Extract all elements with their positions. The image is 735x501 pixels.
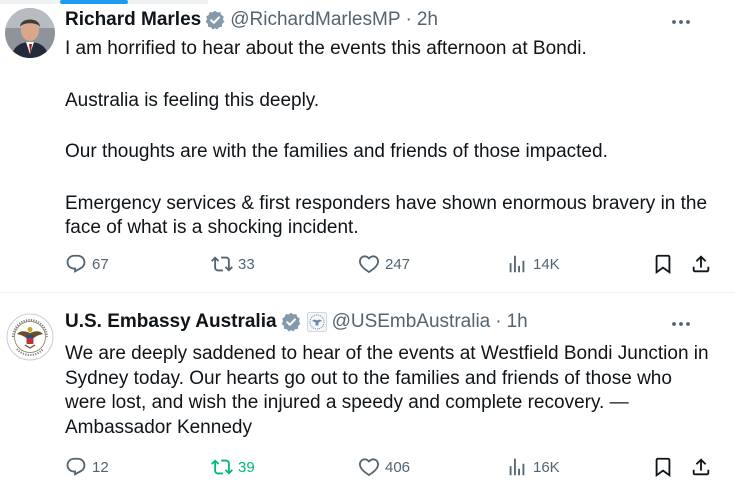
tweet-header: U.S. Embassy Australia @USEmbAustralia ·…: [65, 310, 715, 334]
more-options-icon[interactable]: [669, 314, 693, 334]
views-count: 14K: [533, 255, 560, 273]
separator-dot: ·: [405, 9, 412, 30]
analytics-icon: [509, 458, 525, 476]
reply-count: 67: [92, 255, 109, 273]
analytics-icon: [509, 255, 525, 273]
repost-icon: [211, 459, 233, 475]
views-button[interactable]: 14K: [506, 252, 560, 276]
tweet-paragraph: We are deeply saddened to hear of the ev…: [65, 343, 709, 438]
tweet-header: Richard Marles @RichardMarlesMP · 2h: [65, 8, 715, 32]
separator-dot: ·: [495, 311, 502, 332]
repost-button[interactable]: 33: [211, 252, 255, 276]
heart-icon: [359, 255, 379, 274]
repost-button[interactable]: 39: [211, 455, 255, 479]
reply-icon: [66, 254, 86, 273]
views-button[interactable]: 16K: [506, 455, 560, 479]
share-icon: [692, 255, 710, 273]
tweet-richard-marles[interactable]: Richard Marles @RichardMarlesMP · 2h I a…: [0, 0, 735, 293]
share-icon: [692, 458, 710, 476]
heart-icon: [359, 458, 379, 477]
repost-icon: [211, 256, 233, 272]
tweet-paragraph: Our thoughts are with the families and f…: [65, 141, 608, 162]
bookmark-icon: [655, 457, 671, 478]
bookmark-button[interactable]: [652, 252, 674, 276]
avatar[interactable]: [5, 8, 55, 58]
verified-badge-icon[interactable]: [281, 312, 301, 332]
government-seal-icon[interactable]: [306, 312, 327, 332]
tweet-text: We are deeply saddened to hear of the ev…: [65, 342, 715, 440]
share-button[interactable]: [690, 455, 712, 479]
tweet-paragraph: Emergency services & first responders ha…: [65, 192, 708, 239]
repost-count: 39: [238, 458, 255, 476]
views-count: 16K: [533, 458, 560, 476]
author-name[interactable]: U.S. Embassy Australia: [65, 311, 277, 333]
verified-badge-icon[interactable]: [205, 10, 225, 30]
like-button[interactable]: 247: [358, 252, 410, 276]
timestamp[interactable]: 1h: [507, 311, 528, 333]
author-handle[interactable]: @USEmbAustralia: [332, 311, 491, 333]
tweet-actions: 67 33 247 14K: [65, 252, 715, 276]
like-button[interactable]: 406: [358, 455, 410, 479]
repost-count: 33: [238, 255, 255, 273]
tweet-paragraph: I am horrified to hear about the events …: [65, 38, 587, 59]
share-button[interactable]: [690, 252, 712, 276]
avatar[interactable]: [5, 312, 55, 362]
like-count: 247: [385, 255, 411, 273]
reply-button[interactable]: 67: [65, 252, 109, 276]
reply-button[interactable]: 12: [65, 455, 109, 479]
author-handle[interactable]: @RichardMarlesMP: [230, 9, 400, 31]
reply-icon: [66, 457, 86, 476]
tweet-us-embassy-australia[interactable]: U.S. Embassy Australia @USEmbAustralia ·…: [0, 293, 735, 501]
tweet-text: I am horrified to hear about the events …: [65, 37, 715, 241]
bookmark-button[interactable]: [652, 455, 674, 479]
tweet-paragraph: Australia is feeling this deeply.: [65, 89, 320, 111]
more-options-icon[interactable]: [669, 12, 693, 32]
bookmark-icon: [655, 254, 671, 275]
timestamp[interactable]: 2h: [417, 9, 438, 31]
author-name[interactable]: Richard Marles: [65, 9, 201, 31]
reply-count: 12: [92, 458, 109, 476]
tweet-actions: 12 39 406 16K: [65, 455, 715, 479]
like-count: 406: [385, 458, 411, 476]
